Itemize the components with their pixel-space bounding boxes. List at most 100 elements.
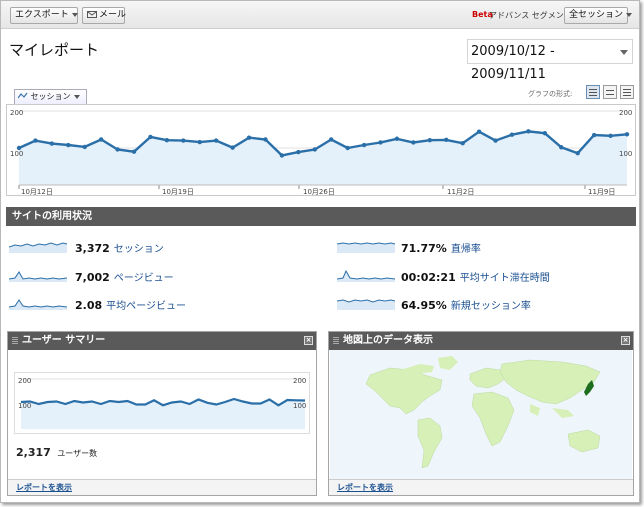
view-report-link[interactable]: レポートを表示 (8, 479, 316, 495)
data-point (460, 140, 465, 146)
data-point (197, 139, 202, 145)
x-label: 11月9日 (588, 188, 616, 196)
chevron-down-icon (71, 12, 78, 17)
y-tick-mid: 100 (18, 402, 32, 410)
y-tick-mid-right: 100 (619, 150, 633, 158)
stat-value: 00:02:21 (401, 271, 456, 284)
world-map[interactable] (330, 350, 632, 479)
segment-select-value: 全セッション (569, 10, 624, 20)
stat-value: 7,002 (75, 271, 110, 284)
map-overlay-panel: 地図上のデータ表示 × レポートを表示 (328, 331, 634, 496)
data-point (559, 145, 564, 150)
y-tick-top: 200 (10, 109, 24, 117)
grip-icon[interactable] (12, 337, 18, 345)
map-overlay-header[interactable]: 地図上のデータ表示 × (329, 332, 633, 350)
data-point (476, 129, 482, 134)
site-usage-header: サイトの利用状況 (6, 207, 636, 226)
sparkline-bounce-rate[interactable] (337, 239, 395, 253)
user-summary-panel: ユーザー サマリー × 200 100 200 100 2,317 ユーザー数 … (7, 331, 317, 496)
stat-value: 2.08 (75, 299, 103, 312)
close-icon[interactable]: × (621, 336, 630, 345)
top-toolbar: エクスポート メール Beta アドバンス セグメント 全セッション (1, 1, 639, 29)
user-summary-chart-svg (20, 378, 306, 429)
stat-pageviews: 7,002 ページビュー (75, 269, 174, 287)
data-point (312, 147, 317, 152)
stat-pages-per-visit: 2.08 平均ページビュー (75, 297, 186, 315)
mail-icon (87, 11, 97, 18)
y-tick-mid-right: 100 (293, 402, 307, 410)
x-label: 11月2日 (447, 188, 475, 196)
grip-icon[interactable] (333, 337, 339, 345)
data-point (608, 133, 613, 138)
sparkline-sessions[interactable] (9, 239, 67, 253)
sparkline-new-visits[interactable] (337, 296, 395, 310)
segment-select[interactable]: 全セッション (564, 7, 633, 24)
stat-label: 平均サイト滞在時間 (459, 273, 550, 284)
y-tick-top-right: 200 (293, 377, 307, 385)
metric-select[interactable]: セッション (14, 89, 87, 104)
view-report-link[interactable]: レポートを表示 (329, 479, 633, 495)
x-label: 10月26日 (303, 188, 335, 196)
data-point (493, 138, 498, 143)
stat-label: 平均ページビュー (106, 301, 186, 312)
export-button[interactable]: エクスポート (10, 7, 78, 24)
date-range-value: 2009/10/12 - 2009/11/11 (471, 44, 555, 82)
data-point (411, 140, 416, 145)
stat-avg-time: 00:02:21 平均サイト滞在時間 (401, 269, 550, 287)
chevron-down-icon (620, 50, 628, 55)
x-label: 10月19日 (162, 188, 194, 196)
line-chart-icon (17, 90, 28, 103)
map-overlay-title: 地図上のデータ表示 (343, 335, 433, 346)
data-point (279, 153, 285, 158)
sparkline-pageviews[interactable] (9, 268, 67, 282)
stat-label: 新規セッション率 (450, 301, 531, 312)
data-point (230, 145, 235, 150)
user-summary-chart: 200 100 200 100 (14, 372, 310, 434)
data-point (542, 131, 548, 136)
sessions-chart: 200 100 200 100 10月12日 10月19日 10月26日 11月… (6, 104, 636, 196)
data-point (345, 145, 350, 151)
data-point (49, 141, 55, 146)
stat-value: 64.95% (401, 299, 447, 312)
metric-select-value: セッション (30, 92, 71, 101)
user-count: 2,317 ユーザー数 (16, 446, 97, 459)
stat-value: 71.77% (401, 242, 447, 255)
user-summary-title: ユーザー サマリー (22, 335, 106, 346)
y-tick-top-right: 200 (619, 109, 633, 117)
data-point (378, 140, 383, 145)
y-tick-mid: 100 (10, 150, 24, 158)
stat-value: 3,372 (75, 242, 110, 255)
data-point (115, 147, 120, 152)
report-window: エクスポート メール Beta アドバンス セグメント 全セッション マイレポー… (0, 0, 640, 503)
stat-label: ページビュー (113, 273, 174, 284)
data-point (263, 137, 268, 142)
data-point (444, 137, 449, 143)
mail-label: メール (99, 10, 127, 20)
sparkline-pages-per-visit[interactable] (9, 296, 67, 310)
data-point (329, 137, 334, 142)
data-point (98, 137, 104, 142)
graph-format-month-button[interactable] (620, 85, 634, 99)
advanced-segment-link[interactable]: アドバンス セグメント (489, 10, 572, 21)
graph-format-label: グラフの形式: (528, 90, 573, 98)
data-point (296, 149, 301, 155)
data-point (509, 132, 515, 137)
stat-label: セッション (113, 244, 164, 255)
mail-button[interactable]: メール (82, 7, 127, 24)
data-point (624, 132, 630, 137)
date-range-picker[interactable]: 2009/10/12 - 2009/11/11 (467, 39, 633, 82)
data-point (394, 136, 400, 141)
data-point (131, 149, 137, 154)
data-point (591, 132, 597, 138)
user-count-label: ユーザー数 (57, 449, 98, 458)
close-icon[interactable]: × (304, 336, 313, 345)
sparkline-avg-time[interactable] (337, 268, 395, 282)
data-point (575, 150, 580, 156)
user-summary-header[interactable]: ユーザー サマリー × (8, 332, 316, 350)
graph-format-week-button[interactable] (603, 85, 617, 99)
stat-label: 直帰率 (450, 244, 481, 255)
stat-bounce-rate: 71.77% 直帰率 (401, 240, 481, 258)
stat-sessions: 3,372 セッション (75, 240, 164, 258)
data-point (66, 142, 71, 148)
graph-format-day-button[interactable] (586, 85, 600, 99)
